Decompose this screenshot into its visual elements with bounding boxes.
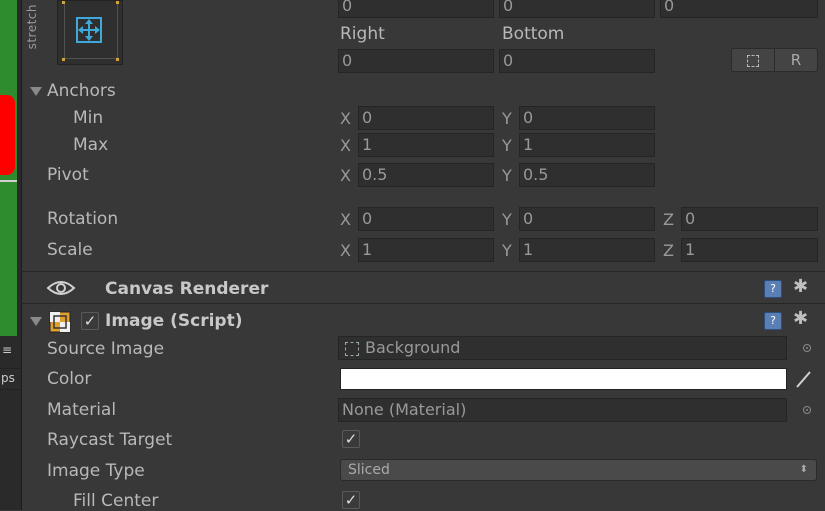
stretch-arrows-icon: [76, 17, 102, 43]
raycast-target-label: Raycast Target: [47, 430, 173, 450]
axis-y-label: Y: [502, 166, 512, 185]
right-label: Right: [340, 24, 385, 44]
anchor-min-x-field[interactable]: 0: [358, 106, 494, 130]
axis-x-label: X: [340, 109, 351, 128]
image-component-icon: [49, 311, 71, 333]
pos-z-field[interactable]: 0: [660, 0, 818, 18]
fill-center-checkbox[interactable]: ✓: [342, 491, 360, 509]
image-type-label: Image Type: [47, 461, 145, 481]
component-divider: [21, 303, 825, 304]
anchor-corner-icon: [62, 58, 65, 61]
object-picker-icon[interactable]: [803, 344, 811, 352]
axis-y-label: Y: [502, 136, 512, 155]
rotation-y-field[interactable]: 0: [519, 207, 655, 231]
help-icon[interactable]: ?: [764, 312, 782, 330]
panel-menu-icon[interactable]: ≡: [2, 344, 12, 356]
right-field[interactable]: 0: [338, 49, 494, 73]
top-field[interactable]: 0: [499, 0, 655, 18]
help-icon[interactable]: ?: [764, 280, 782, 298]
axis-z-label: Z: [663, 210, 674, 229]
axis-z-label: Z: [663, 241, 674, 260]
rotation-label: Rotation: [47, 209, 119, 229]
source-image-field[interactable]: Background: [338, 336, 787, 360]
gear-icon[interactable]: ✱: [793, 276, 808, 297]
pivot-x-field[interactable]: 0.5: [358, 163, 494, 187]
pivot-label: Pivot: [47, 165, 89, 185]
component-divider: [21, 271, 825, 272]
object-picker-icon[interactable]: [803, 406, 811, 414]
left-field[interactable]: 0: [338, 0, 494, 18]
anchor-max-x-field[interactable]: 1: [358, 133, 494, 157]
sprite-icon: [345, 342, 359, 356]
rotation-x-field[interactable]: 0: [358, 207, 494, 231]
image-foldout-arrow-icon[interactable]: [30, 317, 42, 326]
axis-x-label: X: [340, 241, 351, 260]
image-enabled-checkbox[interactable]: ✓: [81, 312, 99, 330]
anchor-corner-icon: [116, 58, 119, 61]
scale-x-field[interactable]: 1: [358, 238, 494, 262]
axis-x-label: X: [340, 136, 351, 155]
gear-icon[interactable]: ✱: [793, 308, 808, 329]
rotation-z-field[interactable]: 0: [681, 207, 818, 231]
scale-y-field[interactable]: 1: [519, 238, 655, 262]
source-image-value: Background: [365, 338, 461, 357]
axis-y-label: Y: [502, 109, 512, 128]
anchor-min-y-field[interactable]: 0: [519, 106, 655, 130]
anchor-corner-icon: [62, 1, 65, 4]
source-image-label: Source Image: [47, 339, 165, 359]
image-type-value: Sliced: [348, 462, 390, 478]
scale-label: Scale: [47, 240, 93, 260]
scale-z-field[interactable]: 1: [681, 238, 818, 262]
axis-x-label: X: [340, 210, 351, 229]
dropdown-arrows-icon: ⬍: [799, 464, 808, 475]
scene-view-strip: ≡ ps: [0, 0, 22, 510]
bottom-label: Bottom: [502, 24, 565, 44]
eye-icon: [46, 281, 76, 295]
canvas-renderer-title[interactable]: Canvas Renderer: [105, 279, 268, 299]
image-script-title[interactable]: Image (Script): [105, 311, 243, 331]
blueprint-mode-button[interactable]: [731, 48, 775, 72]
anchors-foldout-arrow-icon[interactable]: [30, 87, 42, 96]
raycast-target-checkbox[interactable]: ✓: [342, 430, 360, 448]
anchor-preset-button[interactable]: [57, 0, 123, 65]
raw-edit-button[interactable]: R: [774, 48, 818, 72]
eyedropper-icon[interactable]: [794, 368, 814, 390]
anchor-max-y-field[interactable]: 1: [519, 133, 655, 157]
axis-x-label: X: [340, 166, 351, 185]
axis-y-label: Y: [502, 241, 512, 260]
stretch-label: stretch: [25, 4, 39, 50]
anchor-max-label: Max: [73, 135, 109, 155]
scene-tab-label: ps: [1, 371, 15, 385]
scene-red-object: [0, 95, 15, 175]
material-field[interactable]: None (Material): [338, 398, 787, 422]
scene-tab-fragment[interactable]: ps: [0, 368, 20, 390]
material-label: Material: [47, 400, 117, 420]
axis-y-label: Y: [502, 210, 512, 229]
fill-center-label: Fill Center: [73, 491, 159, 511]
pivot-y-field[interactable]: 0.5: [519, 163, 655, 187]
image-type-dropdown[interactable]: Sliced ⬍: [340, 459, 817, 481]
bottom-field[interactable]: 0: [499, 49, 655, 73]
color-swatch-field[interactable]: [340, 368, 787, 390]
anchors-label[interactable]: Anchors: [47, 81, 116, 101]
anchor-min-label: Min: [73, 108, 104, 128]
color-label: Color: [47, 369, 92, 389]
anchor-corner-icon: [116, 1, 119, 4]
scene-white-line: [0, 180, 17, 182]
blueprint-icon: [747, 54, 759, 67]
